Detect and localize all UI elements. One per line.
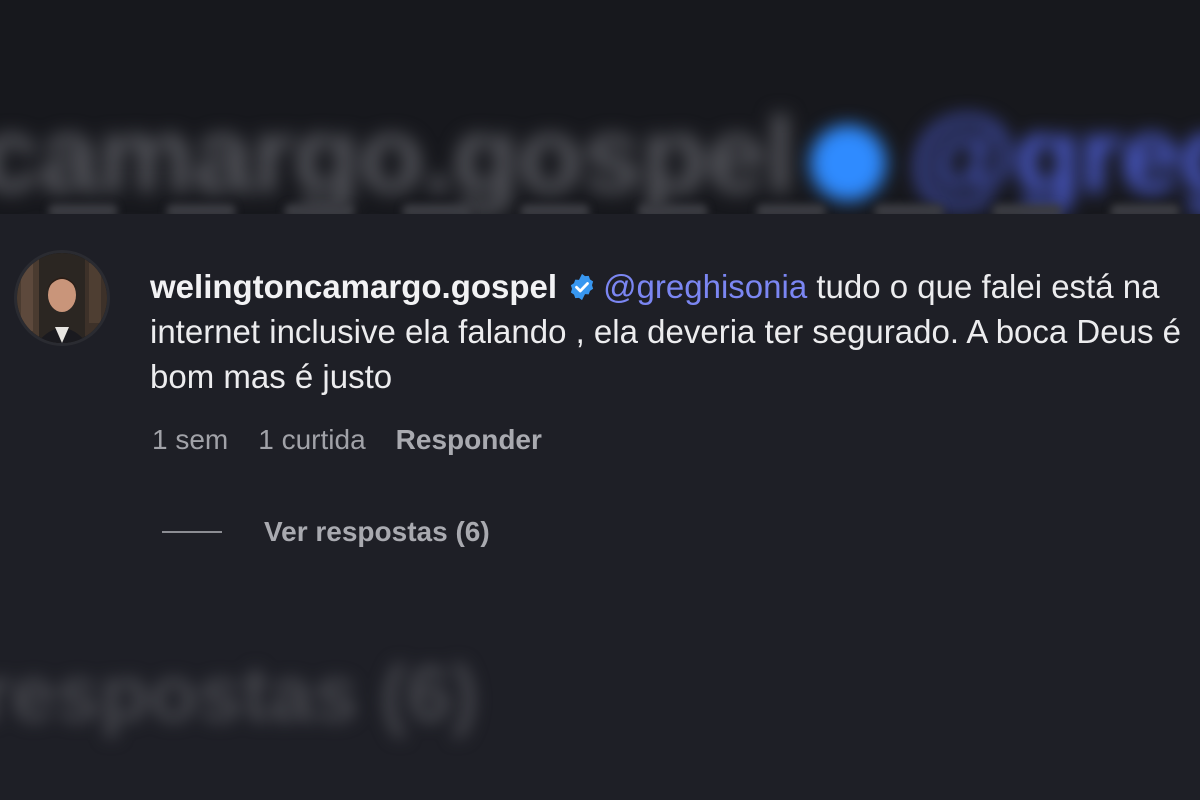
blurred-mention: @greghisonia bbox=[910, 94, 1200, 214]
blurred-verified-icon bbox=[810, 125, 887, 202]
comment-meta: 1 sem 1 curtida Responder bbox=[152, 424, 572, 456]
blurred-username: camargo.gospel bbox=[0, 94, 795, 214]
blurred-replies-text: respostas (6) bbox=[0, 649, 478, 738]
blurred-comment-preview: camargo.gospel@greghisoniat bbox=[0, 92, 1200, 214]
blurred-text-fragments bbox=[0, 204, 1200, 214]
view-replies-button[interactable]: Ver respostas (6) bbox=[264, 516, 490, 547]
reply-button[interactable]: Responder bbox=[396, 424, 542, 455]
view-replies-row[interactable]: Ver respostas (6) bbox=[162, 516, 490, 552]
verified-badge-icon bbox=[567, 268, 597, 301]
blurred-header: camargo.gospel@greghisoniat bbox=[0, 0, 1200, 214]
avatar[interactable] bbox=[14, 250, 110, 346]
comment-likes[interactable]: 1 curtida bbox=[258, 424, 365, 455]
comment-time: 1 sem bbox=[152, 424, 229, 455]
comment-mention-link[interactable]: @greghisonia bbox=[603, 268, 807, 305]
comment-username[interactable]: welingtoncamargo.gospel bbox=[150, 268, 557, 305]
comment-text: welingtoncamargo.gospel @greghisonia tudo… bbox=[150, 264, 1190, 399]
avatar-photo bbox=[17, 253, 107, 343]
replies-divider-line bbox=[162, 531, 222, 533]
